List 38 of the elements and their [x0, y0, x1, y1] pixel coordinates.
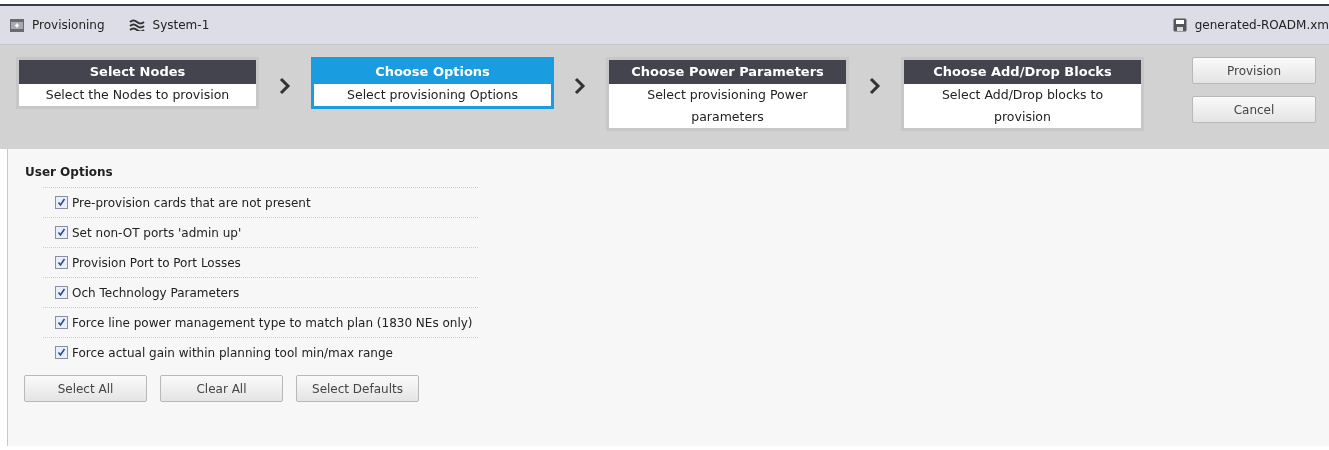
option-label: Pre-provision cards that are not present: [72, 195, 311, 210]
checkbox[interactable]: [55, 286, 68, 299]
chevron-icon: [869, 77, 881, 95]
option-label: Force actual gain within planning tool min/max range: [72, 345, 393, 360]
step-description: Select Add/Drop blocks to provision: [904, 84, 1141, 128]
option-button[interactable]: Clear All: [160, 375, 283, 402]
toolbar-tab[interactable]: Provisioning: [10, 18, 105, 32]
waves-icon: [128, 19, 145, 31]
checkbox[interactable]: [55, 256, 68, 269]
wizard-step[interactable]: Choose Power Parameters Select provisioning Power parameters: [606, 57, 849, 131]
option-label: Force line power management type to match plan (1830 NEs only): [72, 315, 473, 330]
wizard-step[interactable]: Choose Options Select provisioning Options: [311, 57, 554, 109]
checkbox[interactable]: [55, 196, 68, 209]
step-title: Choose Add/Drop Blocks: [904, 60, 1141, 84]
step-description: Select the Nodes to provision: [19, 84, 256, 106]
step-description: Select provisioning Power parameters: [609, 84, 846, 128]
panel-icon: [10, 18, 24, 32]
checkbox[interactable]: [55, 226, 68, 239]
file-name: generated-ROADM.xm: [1194, 18, 1329, 32]
section-title: User Options: [25, 165, 114, 179]
step-title: Choose Power Parameters: [609, 60, 846, 84]
step-description: Select provisioning Options: [314, 84, 551, 106]
option-button[interactable]: Select All: [24, 375, 147, 402]
option-label: Provision Port to Port Losses: [72, 255, 241, 270]
checkbox[interactable]: [55, 346, 68, 359]
option-label: Set non-OT ports 'admin up': [72, 225, 242, 240]
chevron-icon: [279, 77, 291, 95]
option-label: Och Technology Parameters: [72, 285, 240, 300]
wizard-step[interactable]: Select Nodes Select the Nodes to provision: [16, 57, 259, 109]
wizard-step[interactable]: Choose Add/Drop Blocks Select Add/Drop blocks to provision: [901, 57, 1144, 131]
wizard-button[interactable]: Cancel: [1192, 96, 1316, 123]
save-icon[interactable]: [1172, 18, 1187, 32]
wizard-button[interactable]: Provision: [1192, 57, 1316, 84]
toolbar-tab[interactable]: System-1: [128, 18, 210, 32]
step-title: Select Nodes: [19, 60, 256, 84]
checkbox[interactable]: [55, 316, 68, 329]
chevron-icon: [574, 77, 586, 95]
option-button[interactable]: Select Defaults: [296, 375, 419, 402]
